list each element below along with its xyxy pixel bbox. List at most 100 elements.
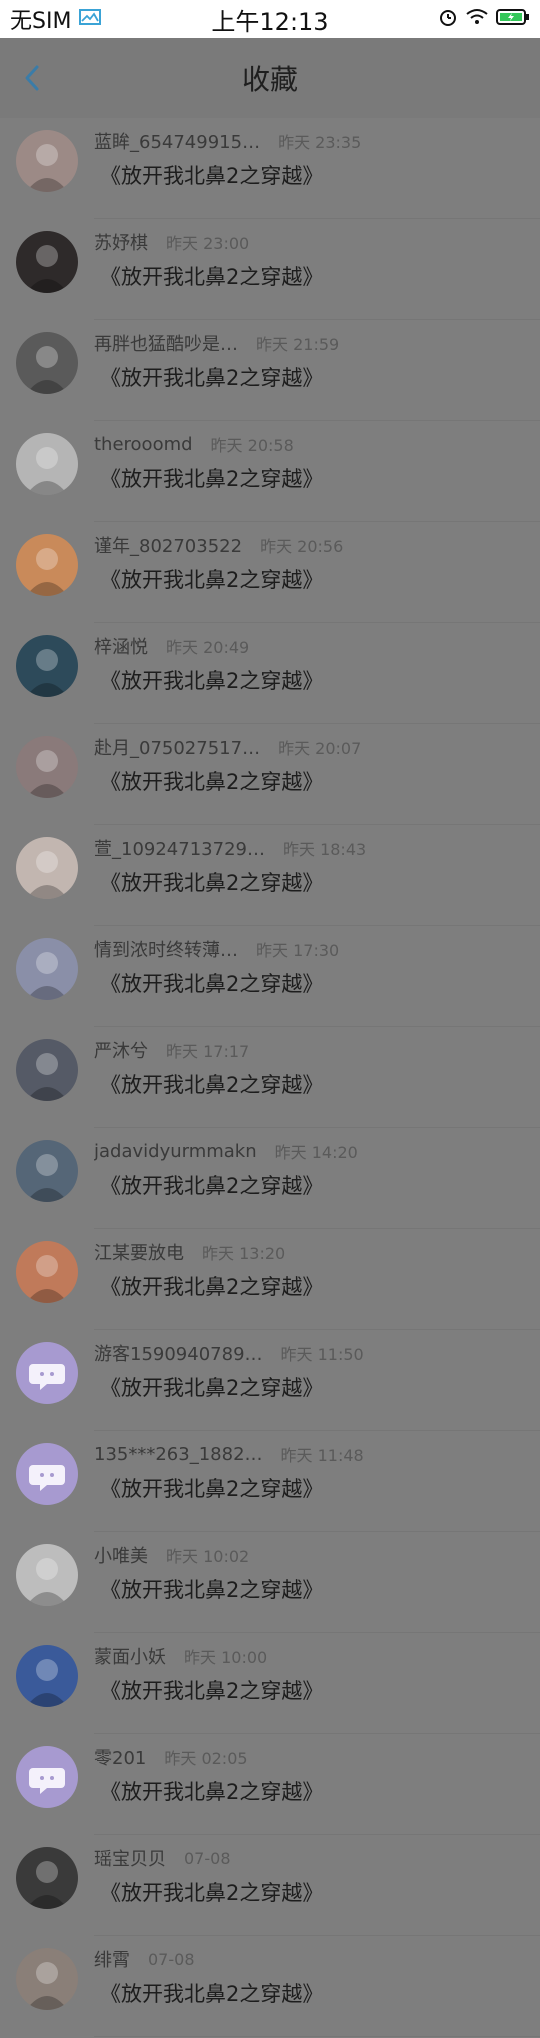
list-item[interactable]: 蒙面小妖 昨天 10:00 《放开我北鼻2之穿越》	[0, 1633, 540, 1734]
book-title[interactable]: 《放开我北鼻2之穿越》	[100, 1978, 323, 2008]
book-title[interactable]: 《放开我北鼻2之穿越》	[100, 1574, 323, 1604]
item-meta: 萱_10924713729… 昨天 18:43	[94, 835, 520, 861]
book-title[interactable]: 《放开我北鼻2之穿越》	[100, 1170, 323, 1200]
book-title[interactable]: 《放开我北鼻2之穿越》	[100, 362, 323, 392]
avatar[interactable]	[16, 938, 78, 1000]
timestamp: 昨天 14:20	[274, 1143, 358, 1162]
avatar[interactable]	[16, 1746, 78, 1808]
book-title[interactable]: 《放开我北鼻2之穿越》	[100, 867, 323, 897]
user-name[interactable]: 游客1590940789…	[94, 1340, 263, 1366]
user-photo	[16, 736, 78, 798]
avatar[interactable]	[16, 1443, 78, 1505]
avatar[interactable]	[16, 1039, 78, 1101]
user-name[interactable]: 小唯美	[94, 1542, 148, 1568]
book-title[interactable]: 《放开我北鼻2之穿越》	[100, 1069, 323, 1099]
favorites-list: 蓝眸_654749915… 昨天 23:35 《放开我北鼻2之穿越》 苏妤棋 昨天 23…	[0, 118, 540, 2037]
user-name[interactable]: therooomd	[94, 434, 193, 455]
user-name[interactable]: 瑶宝贝贝	[94, 1845, 166, 1871]
book-title[interactable]: 《放开我北鼻2之穿越》	[100, 564, 323, 594]
book-title[interactable]: 《放开我北鼻2之穿越》	[100, 1675, 323, 1705]
avatar[interactable]	[16, 1847, 78, 1909]
list-item[interactable]: 再胖也猛酷吵是… 昨天 21:59 《放开我北鼻2之穿越》	[0, 320, 540, 421]
list-item[interactable]: 赴月_075027517… 昨天 20:07 《放开我北鼻2之穿越》	[0, 724, 540, 825]
list-item[interactable]: 135***263_1882… 昨天 11:48 《放开我北鼻2之穿越》	[0, 1431, 540, 1532]
timestamp: 07-08	[184, 1848, 231, 1868]
avatar[interactable]	[16, 534, 78, 596]
book-title[interactable]: 《放开我北鼻2之穿越》	[100, 463, 323, 493]
avatar[interactable]	[16, 332, 78, 394]
list-item[interactable]: 谨年_802703522 昨天 20:56 《放开我北鼻2之穿越》	[0, 522, 540, 623]
user-name[interactable]: 再胖也猛酷吵是…	[94, 330, 238, 356]
battery-icon	[496, 8, 530, 30]
book-title[interactable]: 《放开我北鼻2之穿越》	[100, 160, 323, 190]
avatar[interactable]	[16, 736, 78, 798]
avatar[interactable]	[16, 635, 78, 697]
avatar[interactable]	[16, 231, 78, 293]
user-name[interactable]: 江某要放电	[94, 1239, 184, 1265]
list-item[interactable]: 苏妤棋 昨天 23:00 《放开我北鼻2之穿越》	[0, 219, 540, 320]
user-photo	[16, 1948, 78, 2010]
user-name[interactable]: jadavidyurmmakn	[94, 1141, 257, 1162]
avatar[interactable]	[16, 1544, 78, 1606]
list-item[interactable]: 瑶宝贝贝 07-08 《放开我北鼻2之穿越》	[0, 1835, 540, 1936]
status-left: 无SIM	[10, 3, 102, 35]
avatar[interactable]	[16, 837, 78, 899]
user-name[interactable]: 严沐兮	[94, 1037, 148, 1063]
book-title[interactable]: 《放开我北鼻2之穿越》	[100, 1776, 323, 1806]
book-title[interactable]: 《放开我北鼻2之穿越》	[100, 1372, 323, 1402]
user-photo	[16, 433, 78, 495]
list-item[interactable]: 情到浓时终转薄… 昨天 17:30 《放开我北鼻2之穿越》	[0, 926, 540, 1027]
avatar[interactable]	[16, 1342, 78, 1404]
book-title[interactable]: 《放开我北鼻2之穿越》	[100, 261, 323, 291]
list-item[interactable]: 绯霄 07-08 《放开我北鼻2之穿越》	[0, 1936, 540, 2037]
list-item[interactable]: 萱_10924713729… 昨天 18:43 《放开我北鼻2之穿越》	[0, 825, 540, 926]
list-item[interactable]: 蓝眸_654749915… 昨天 23:35 《放开我北鼻2之穿越》	[0, 118, 540, 219]
item-meta: 瑶宝贝贝 07-08	[94, 1845, 520, 1871]
list-item[interactable]: 严沐兮 昨天 17:17 《放开我北鼻2之穿越》	[0, 1027, 540, 1128]
user-name[interactable]: 赴月_075027517…	[94, 734, 260, 760]
avatar[interactable]	[16, 1241, 78, 1303]
user-name[interactable]: 萱_10924713729…	[94, 835, 265, 861]
timestamp: 07-08	[148, 1949, 195, 1969]
user-photo	[16, 1847, 78, 1909]
item-meta: 苏妤棋 昨天 23:00	[94, 229, 520, 255]
timestamp: 昨天 20:58	[210, 436, 294, 455]
timestamp: 昨天 20:07	[278, 739, 362, 758]
list-item[interactable]: 梓涵悦 昨天 20:49 《放开我北鼻2之穿越》	[0, 623, 540, 724]
user-name[interactable]: 谨年_802703522	[94, 532, 242, 558]
user-name[interactable]: 情到浓时终转薄…	[94, 936, 238, 962]
list-item[interactable]: 游客1590940789… 昨天 11:50 《放开我北鼻2之穿越》	[0, 1330, 540, 1431]
carrier-label: 无SIM	[10, 9, 72, 34]
timestamp: 昨天 10:00	[184, 1648, 268, 1667]
book-title[interactable]: 《放开我北鼻2之穿越》	[100, 1271, 323, 1301]
book-title[interactable]: 《放开我北鼻2之穿越》	[100, 1473, 323, 1503]
item-meta: 绯霄 07-08	[94, 1946, 520, 1972]
back-button[interactable]	[14, 58, 50, 98]
book-title[interactable]: 《放开我北鼻2之穿越》	[100, 665, 323, 695]
user-photo	[16, 1140, 78, 1202]
list-item[interactable]: jadavidyurmmakn 昨天 14:20 《放开我北鼻2之穿越》	[0, 1128, 540, 1229]
user-photo	[16, 332, 78, 394]
user-name[interactable]: 135***263_1882…	[94, 1444, 263, 1465]
avatar[interactable]	[16, 130, 78, 192]
item-meta: 蓝眸_654749915… 昨天 23:35	[94, 128, 520, 154]
avatar[interactable]	[16, 433, 78, 495]
user-name[interactable]: 梓涵悦	[94, 633, 148, 659]
avatar[interactable]	[16, 1948, 78, 2010]
avatar[interactable]	[16, 1140, 78, 1202]
book-title[interactable]: 《放开我北鼻2之穿越》	[100, 766, 323, 796]
user-name[interactable]: 零201	[94, 1744, 146, 1770]
user-photo	[16, 635, 78, 697]
user-name[interactable]: 蓝眸_654749915…	[94, 128, 260, 154]
list-item[interactable]: 零201 昨天 02:05 《放开我北鼻2之穿越》	[0, 1734, 540, 1835]
list-item[interactable]: 江某要放电 昨天 13:20 《放开我北鼻2之穿越》	[0, 1229, 540, 1330]
list-item[interactable]: therooomd 昨天 20:58 《放开我北鼻2之穿越》	[0, 421, 540, 522]
book-title[interactable]: 《放开我北鼻2之穿越》	[100, 1877, 323, 1907]
avatar[interactable]	[16, 1645, 78, 1707]
book-title[interactable]: 《放开我北鼻2之穿越》	[100, 968, 323, 998]
wifi-icon	[466, 8, 488, 30]
user-name[interactable]: 蒙面小妖	[94, 1643, 166, 1669]
list-item[interactable]: 小唯美 昨天 10:02 《放开我北鼻2之穿越》	[0, 1532, 540, 1633]
user-name[interactable]: 绯霄	[94, 1946, 130, 1972]
user-name[interactable]: 苏妤棋	[94, 229, 148, 255]
